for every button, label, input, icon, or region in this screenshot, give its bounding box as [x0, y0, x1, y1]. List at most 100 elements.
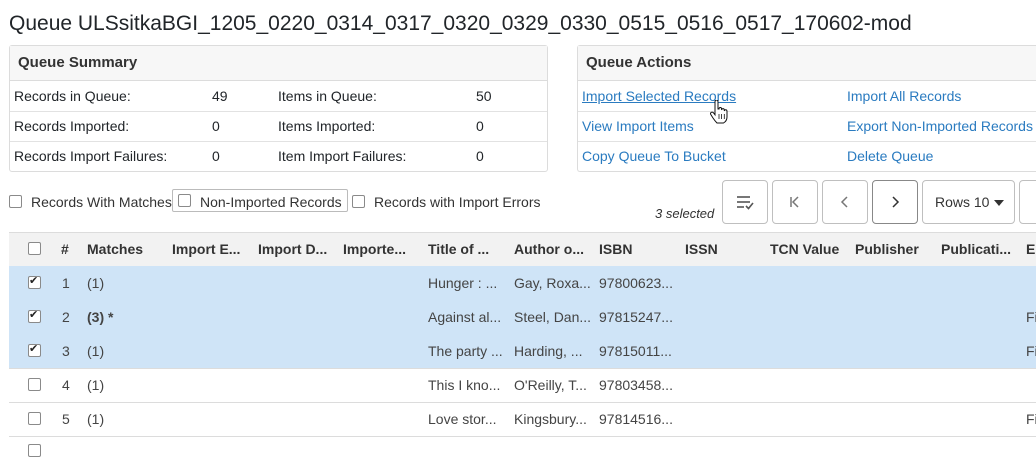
author-cell: Kingsbury... [514, 411, 587, 427]
queue-actions-card: Queue Actions Import Selected Records Im… [577, 45, 1036, 172]
title-cell: Hunger : ... [428, 275, 498, 291]
records-with-import-errors-label: Records with Import Errors [374, 194, 541, 210]
non-imported-records-filter[interactable]: Non-Imported Records [172, 189, 348, 212]
queue-actions-heading: Queue Actions [578, 46, 1036, 81]
toolbar-extra-button[interactable] [1019, 180, 1036, 224]
non-imported-records-checkbox[interactable] [178, 194, 191, 207]
row-checkbox[interactable] [28, 412, 41, 425]
header-issn[interactable]: ISSN [685, 241, 718, 257]
header-tcn-value[interactable]: TCN Value [770, 241, 839, 257]
hand-cursor-icon [710, 100, 728, 124]
row-number: 4 [62, 377, 70, 393]
export-non-imported-records-link[interactable]: Export Non-Imported Records [847, 118, 1033, 134]
isbn-cell: 97800623... [599, 275, 673, 291]
isbn-cell: 97814516... [599, 411, 673, 427]
header-row-number[interactable]: # [61, 241, 69, 257]
items-imported-value: 0 [476, 118, 484, 134]
first-page-button[interactable] [772, 180, 818, 224]
header-publisher[interactable]: Publisher [855, 241, 919, 257]
row-number: 3 [62, 343, 70, 359]
item-import-failures-value: 0 [476, 148, 484, 164]
item-import-failures-label: Item Import Failures: [278, 148, 407, 164]
matches-link[interactable]: (1) [87, 275, 104, 291]
row-checkbox[interactable] [28, 274, 41, 289]
header-import-error[interactable]: Import E... [172, 241, 240, 257]
column-config-button[interactable] [722, 180, 768, 224]
summary-row: Records Import Failures: 0 Item Import F… [10, 141, 547, 171]
header-imported-as[interactable]: Importe... [343, 241, 406, 257]
records-in-queue-value: 49 [212, 88, 228, 104]
row-number: 1 [62, 275, 70, 291]
header-isbn[interactable]: ISBN [599, 241, 632, 257]
author-cell: Harding, ... [514, 343, 583, 359]
first-page-icon [790, 196, 799, 208]
grid-header: # Matches Import E... Import D... Import… [9, 232, 1036, 267]
row-number: 2 [62, 309, 70, 325]
copy-queue-to-bucket-link[interactable]: Copy Queue To Bucket [582, 148, 726, 164]
header-title[interactable]: Title of ... [428, 241, 489, 257]
table-row[interactable]: 5 (1) Love stor... Kingsbury... 97814516… [9, 402, 1036, 437]
import-all-records-link[interactable]: Import All Records [847, 88, 961, 104]
column-config-icon [737, 196, 754, 210]
previous-page-icon [840, 196, 848, 208]
page-title: Queue ULSsitkaBGI_1205_0220_0314_0317_03… [9, 12, 912, 35]
table-row[interactable]: 1 (1) Hunger : ... Gay, Roxa... 97800623… [9, 266, 1036, 301]
matches-link[interactable]: (3) * [87, 309, 113, 325]
author-cell: Gay, Roxa... [514, 275, 591, 291]
previous-page-button[interactable] [822, 180, 868, 224]
header-import-date[interactable]: Import D... [258, 241, 327, 257]
select-all-checkbox[interactable] [28, 242, 41, 255]
header-edition[interactable]: E [1026, 241, 1035, 257]
isbn-cell: 97815247... [599, 309, 673, 325]
edition-cell: Fi [1026, 411, 1036, 427]
matches-link[interactable]: (1) [87, 377, 104, 393]
items-in-queue-label: Items in Queue: [278, 88, 377, 104]
row-number: 5 [62, 411, 70, 427]
summary-row: Records Imported: 0 Items Imported: 0 [10, 111, 547, 142]
rows-per-page-label: Rows 10 [935, 194, 990, 210]
row-checkbox[interactable] [28, 342, 41, 357]
next-page-icon [892, 196, 900, 208]
delete-queue-link[interactable]: Delete Queue [847, 148, 933, 164]
records-imported-label: Records Imported: [14, 118, 130, 134]
records-import-failures-label: Records Import Failures: [14, 148, 168, 164]
items-imported-label: Items Imported: [278, 118, 376, 134]
author-cell: O'Reilly, T... [514, 377, 587, 393]
records-import-failures-value: 0 [212, 148, 220, 164]
header-matches[interactable]: Matches [87, 241, 143, 257]
rows-per-page-dropdown[interactable]: Rows 10 [922, 180, 1015, 224]
matches-link[interactable]: (1) [87, 411, 104, 427]
items-in-queue-value: 50 [476, 88, 492, 104]
row-checkbox[interactable] [28, 378, 41, 391]
table-row[interactable]: 2 (3) * Against al... Steel, Dan... 9781… [9, 300, 1036, 335]
title-cell: Against al... [428, 309, 502, 325]
selected-count: 3 selected [655, 206, 715, 221]
isbn-cell: 97815011... [599, 343, 672, 359]
chevron-down-icon [994, 200, 1004, 206]
view-import-items-link[interactable]: View Import Items [582, 118, 694, 134]
title-cell: The party ... [428, 343, 503, 359]
header-author[interactable]: Author o... [514, 241, 584, 257]
records-imported-value: 0 [212, 118, 220, 134]
records-with-matches-label: Records With Matches [31, 194, 172, 210]
author-cell: Steel, Dan... [514, 309, 592, 325]
edition-cell: Fi [1026, 309, 1036, 325]
table-row[interactable]: 4 (1) This I kno... O'Reilly, T... 97803… [9, 368, 1036, 403]
records-with-import-errors-checkbox[interactable] [352, 195, 365, 208]
next-page-button[interactable] [872, 180, 918, 224]
edition-cell: Fi [1026, 343, 1036, 359]
row-checkbox[interactable] [28, 308, 41, 323]
records-in-queue-label: Records in Queue: [14, 88, 131, 104]
queue-summary-heading: Queue Summary [10, 46, 547, 81]
table-row[interactable]: 3 (1) The party ... Harding, ... 9781501… [9, 334, 1036, 369]
records-with-matches-checkbox[interactable] [9, 195, 22, 208]
non-imported-records-label: Non-Imported Records [200, 194, 342, 210]
title-cell: This I kno... [428, 377, 501, 393]
header-publication-date[interactable]: Publicati... [941, 241, 1011, 257]
row-checkbox[interactable] [28, 444, 41, 457]
matches-link[interactable]: (1) [87, 343, 104, 359]
table-row-partial[interactable] [9, 436, 1036, 457]
title-cell: Love stor... [428, 411, 497, 427]
isbn-cell: 97803458... [599, 377, 673, 393]
summary-row: Records in Queue: 49 Items in Queue: 50 [10, 81, 547, 112]
